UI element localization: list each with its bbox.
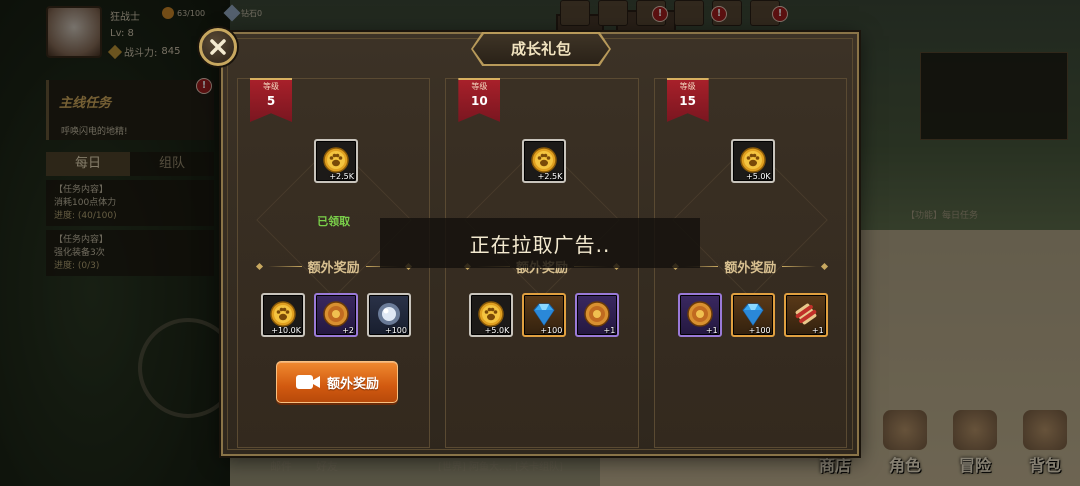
reward-slot[interactable]: +100 — [367, 293, 411, 337]
paw-coin-icon — [531, 147, 558, 173]
close-icon — [210, 39, 226, 55]
blue-diamond-icon — [533, 303, 555, 327]
close-button[interactable] — [199, 28, 237, 66]
extra-reward-row: +10.0K +2 +100 — [238, 293, 429, 337]
level-label: 等级 — [471, 82, 488, 91]
level-value: 15 — [679, 94, 696, 108]
modal-title: 成长礼包 — [510, 40, 571, 58]
reward-count: +1 — [705, 326, 718, 335]
reward-slot[interactable]: +5.0K — [469, 293, 514, 337]
reward-count: +10.0K — [271, 326, 301, 335]
reward-count: +2.5K — [329, 172, 354, 181]
watch-ad-extra-reward-button[interactable]: 额外奖励 — [276, 361, 398, 403]
level-label: 等级 — [263, 82, 279, 91]
reward-slot[interactable]: +2.5K — [314, 139, 358, 183]
loading-text: 正在拉取广告.. — [469, 232, 611, 257]
purple-coin-icon — [584, 301, 611, 327]
reward-slot[interactable]: +2.5K — [522, 139, 567, 183]
extra-reward-row: +5.0K +100 +1 — [446, 293, 637, 337]
reward-count: +100 — [540, 326, 563, 335]
crystal-orb-icon — [378, 303, 400, 326]
reward-count: +2 — [342, 326, 354, 335]
video-camera-icon — [295, 375, 320, 389]
extra-reward-title: 额外奖励 — [307, 260, 360, 276]
reward-slot[interactable]: +1 — [783, 293, 828, 337]
reward-count: +100 — [748, 326, 771, 335]
reward-slot[interactable]: +2 — [314, 293, 358, 337]
level-ribbon: 等级 15 — [666, 78, 709, 122]
extra-reward-title: 额外奖励 — [724, 260, 777, 276]
reward-slot[interactable]: +100 — [522, 293, 567, 337]
reward-count: +100 — [385, 326, 407, 335]
level-ribbon: 等级 10 — [458, 78, 501, 122]
level-label: 等级 — [679, 82, 696, 91]
level-ribbon: 等级 5 — [250, 78, 292, 122]
paw-coin-icon — [478, 301, 505, 327]
paw-coin-icon — [739, 147, 766, 173]
scroll-icon — [795, 303, 817, 325]
paw-coin-icon — [323, 147, 349, 173]
blue-diamond-icon — [742, 303, 764, 327]
reward-slot[interactable]: +5.0K — [730, 139, 775, 183]
ad-loading-toast: 正在拉取广告.. — [380, 218, 700, 268]
reward-count: +5.0K — [745, 172, 771, 181]
level-value: 5 — [266, 94, 276, 108]
level-value: 10 — [470, 94, 488, 108]
reward-count: +2.5K — [537, 172, 563, 181]
paw-coin-icon — [270, 301, 296, 327]
extra-reward-row: +1 +100 +1 — [655, 293, 846, 337]
reward-slot[interactable]: +1 — [575, 293, 620, 337]
reward-count: +1 — [811, 326, 824, 335]
purple-coin-icon — [323, 301, 349, 327]
reward-count: +1 — [603, 326, 616, 335]
reward-count: +5.0K — [484, 326, 510, 335]
reward-slot[interactable]: +1 — [677, 293, 722, 337]
modal-title-plate: 成长礼包 — [471, 32, 611, 66]
reward-slot[interactable]: +100 — [730, 293, 775, 337]
purple-coin-icon — [686, 301, 713, 327]
reward-slot[interactable]: +10.0K — [261, 293, 305, 337]
video-button-label: 额外奖励 — [326, 376, 379, 392]
